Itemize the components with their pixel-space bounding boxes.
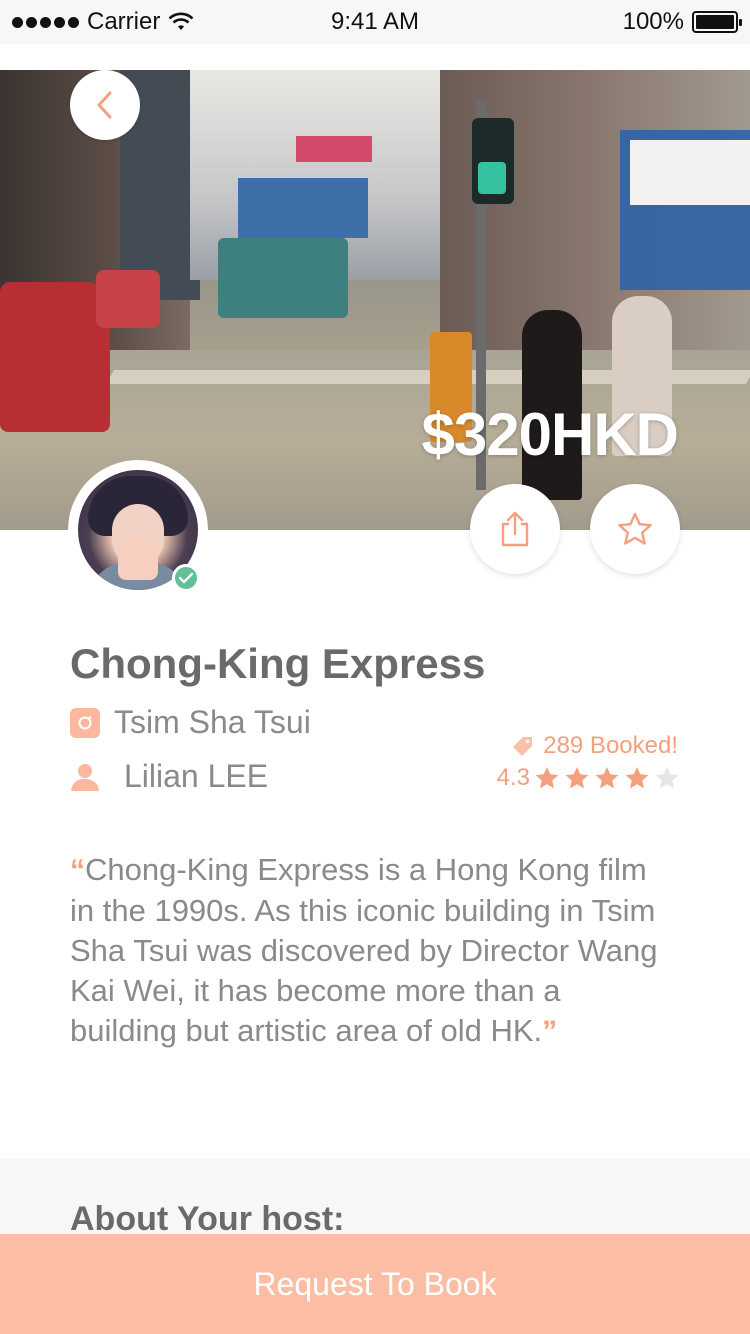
host-row: Lilian LEE [70,758,268,795]
host-name: Lilian LEE [124,758,269,794]
star-outline-icon [618,512,652,545]
description-text: Chong-King Express is a Hong Kong film i… [70,852,658,1048]
rating-value: 4.3 [496,764,530,791]
request-to-book-button[interactable]: Request To Book [0,1234,750,1334]
location-label: Tsim Sha Tsui [114,704,311,740]
share-button[interactable] [470,484,560,574]
battery-percent: 100% [622,8,684,35]
share-icon [501,511,529,547]
verified-check-icon [172,564,200,592]
star-icon [535,767,559,789]
star-icon [625,767,649,789]
booked-label: 289 Booked! [543,732,678,759]
battery-icon [692,11,742,33]
listing-title: Chong-King Express [70,640,486,687]
request-to-book-label: Request To Book [253,1265,497,1302]
star-icon [655,767,679,789]
rating: 4.3 [497,764,680,792]
price-label: $320HKD [421,401,679,468]
status-right: 100% [622,8,742,36]
status-bar: Carrier 9:41 AM 100% [0,0,750,44]
rating-stars [534,766,680,790]
booked-count: 289 Booked! [511,732,678,760]
star-icon [565,767,589,789]
description: “Chong-King Express is a Hong Kong film … [70,850,670,1052]
camera-icon [70,707,100,738]
close-quote-icon: ” [542,1015,558,1048]
back-button[interactable] [70,70,140,140]
open-quote-icon: “ [70,854,85,887]
location-row: Tsim Sha Tsui [70,704,311,741]
person-icon [71,763,99,791]
star-icon [595,767,619,789]
chevron-left-icon [97,91,112,119]
favorite-button[interactable] [590,484,680,574]
tag-icon [513,737,533,756]
